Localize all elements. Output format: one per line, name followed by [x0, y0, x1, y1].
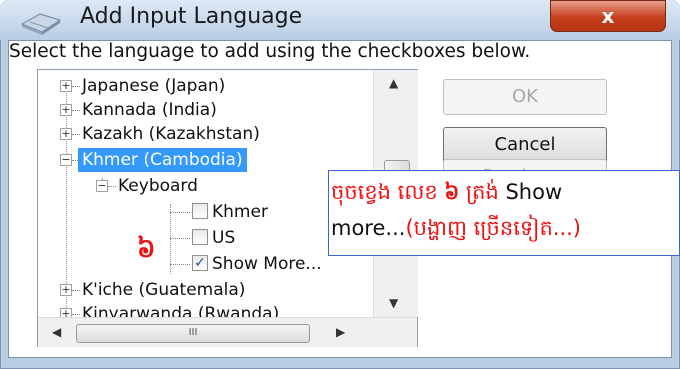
tree-item-label-selected: Khmer (Cambodia): [78, 148, 247, 172]
tree-item-label: Keyboard: [118, 176, 198, 196]
checkbox-label: Khmer: [212, 202, 268, 222]
expand-icon[interactable]: +: [60, 128, 72, 140]
tree-connector: [72, 290, 80, 291]
tree-item-label: Kannada (India): [82, 100, 217, 120]
tree-connector: [72, 86, 80, 87]
tree-connector: [72, 110, 80, 111]
callout-line-1: ចុចខ្វេង លេខ ៦ ត្រង់ Show: [331, 179, 562, 210]
ok-button[interactable]: OK: [443, 79, 607, 115]
instruction-text: Select the language to add using the che…: [9, 41, 531, 62]
callout-text-english: Show: [505, 180, 563, 204]
tree-connector: [108, 186, 116, 187]
checkbox-label: US: [212, 228, 236, 248]
title-bar[interactable]: Add Input Language x: [0, 0, 680, 40]
callout-text-khmer: ចុចខ្វេង លេខ: [331, 180, 445, 204]
step-number-marker: ៦: [137, 234, 156, 264]
checkbox-label: Show More...: [212, 254, 322, 274]
horizontal-scrollbar[interactable]: ◀ III ▶: [38, 317, 417, 347]
horizontal-scroll-thumb[interactable]: III: [76, 324, 310, 343]
scroll-up-arrow-icon[interactable]: ▲: [389, 76, 398, 90]
tree-connector: [170, 238, 190, 239]
expand-icon[interactable]: +: [60, 80, 72, 92]
tree-item-label: Japanese (Japan): [82, 76, 226, 96]
tree-connector: [170, 264, 190, 265]
instruction-callout: ចុចខ្វេង លេខ ៦ ត្រង់ Show more...(បង្ហាញ…: [328, 170, 680, 256]
tree-connector: [170, 212, 190, 213]
collapse-icon[interactable]: −: [96, 180, 108, 192]
callout-text-khmer: (បង្ហាញ ច្រើនទៀត...): [405, 216, 582, 240]
tree-item-label: K'iche (Guatemala): [82, 280, 246, 300]
close-button[interactable]: x: [550, 0, 666, 32]
tree-connector: [72, 314, 80, 315]
callout-step-number: ៦: [444, 180, 460, 204]
tree-guide-line: [66, 82, 67, 316]
callout-line-2: more...(បង្ហាញ ច្រើនទៀត...): [331, 215, 581, 246]
scroll-right-arrow-icon[interactable]: ▶: [336, 325, 345, 339]
expand-icon[interactable]: +: [60, 104, 72, 116]
show-more-checkbox[interactable]: ✓: [192, 255, 208, 271]
keyboard-icon: [20, 13, 62, 35]
us-checkbox[interactable]: [192, 229, 208, 245]
tree-item-label: Kazakh (Kazakhstan): [82, 124, 260, 144]
scroll-down-arrow-icon[interactable]: ▼: [389, 296, 398, 310]
window-title: Add Input Language: [80, 4, 303, 29]
cancel-button[interactable]: Cancel: [443, 127, 607, 163]
callout-text-english: more...: [331, 216, 406, 240]
scroll-left-arrow-icon[interactable]: ◀: [52, 325, 61, 339]
collapse-icon[interactable]: −: [60, 154, 72, 166]
khmer-checkbox[interactable]: [192, 203, 208, 219]
callout-text-khmer: ត្រង់: [459, 180, 506, 204]
expand-icon[interactable]: +: [60, 284, 72, 296]
tree-connector: [72, 134, 80, 135]
